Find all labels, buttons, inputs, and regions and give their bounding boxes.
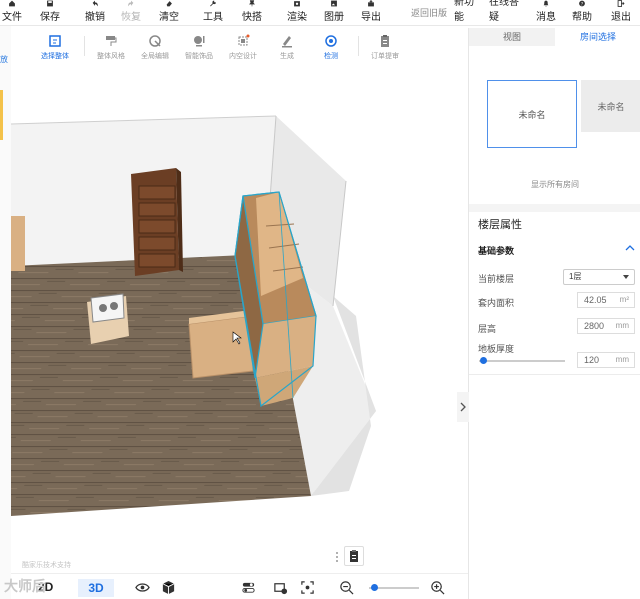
- undo-icon: [92, 0, 98, 7]
- global-edit-button[interactable]: 全局编辑: [132, 30, 178, 64]
- drag-handle-icon[interactable]: [335, 551, 339, 563]
- eye-icon[interactable]: [135, 580, 150, 595]
- tools-menu[interactable]: 工具: [201, 0, 225, 26]
- chevron-down-icon: [623, 275, 629, 279]
- floor-thickness-field[interactable]: 120 mm: [577, 352, 635, 368]
- help-button[interactable]: ? 帮助: [572, 0, 592, 26]
- generate-button[interactable]: 生成: [264, 30, 310, 64]
- floor-thickness-slider[interactable]: [479, 357, 565, 364]
- tab-room-select[interactable]: 房间选择: [555, 28, 640, 46]
- watermark-small: 酷家乐技术支持: [22, 562, 71, 569]
- check-button[interactable]: 检测: [308, 30, 354, 64]
- back-to-old-version-link[interactable]: 返回旧版: [411, 6, 447, 19]
- clipboard-icon: [381, 35, 389, 47]
- interior-design-icon: [238, 34, 250, 46]
- save-icon: [47, 0, 53, 7]
- album-icon: [331, 0, 337, 7]
- chevron-right-icon: [460, 402, 466, 412]
- desk[interactable]: [188, 310, 254, 379]
- save-button[interactable]: 保存: [38, 0, 62, 26]
- clipboard-list-button[interactable]: [344, 546, 364, 566]
- drawer-cabinet[interactable]: [131, 168, 183, 276]
- toggle-settings-icon[interactable]: [241, 580, 256, 595]
- slider-handle[interactable]: [480, 357, 488, 364]
- render-icon: [294, 1, 300, 7]
- select-icon: [49, 35, 61, 47]
- album-button[interactable]: 图册: [322, 0, 346, 26]
- overall-style-button[interactable]: 整体风格: [88, 30, 134, 64]
- area-label: 套内面积: [478, 298, 515, 308]
- redo-icon: [128, 0, 134, 7]
- smart-decor-button[interactable]: 智能饰品: [176, 30, 222, 64]
- 3d-viewport[interactable]: [10, 26, 460, 573]
- globe-edit-icon: [149, 35, 161, 47]
- floor-height-label: 层高: [478, 324, 497, 334]
- zoom-slider-handle[interactable]: [371, 584, 378, 591]
- export-icon: [368, 0, 374, 7]
- exit-icon: [617, 0, 625, 7]
- tab-view[interactable]: 视图: [469, 28, 555, 46]
- watermark: 大师后: [4, 578, 46, 594]
- exit-button[interactable]: 退出: [611, 0, 631, 26]
- area-field: 42.05 m²: [577, 292, 635, 308]
- help-icon: ?: [579, 0, 585, 7]
- camera-settings-icon[interactable]: [273, 580, 288, 595]
- new-features-button[interactable]: 新功能: [454, 0, 482, 26]
- pin-icon: [248, 0, 256, 7]
- room-card-selected[interactable]: 未命名: [487, 80, 577, 148]
- room-card[interactable]: 未命名: [581, 80, 640, 132]
- basic-params-title[interactable]: 基础参数: [478, 244, 514, 257]
- floor-thickness-label: 地板厚度: [478, 344, 515, 354]
- generate-icon: [282, 36, 292, 48]
- right-panel: 视图 房间选择 未命名 未命名 显示所有房间 楼层属性 基础参数 当前楼层 1层…: [468, 28, 640, 599]
- left-sidebar: 放: [0, 26, 11, 599]
- left-sidebar-mark[interactable]: 放: [0, 54, 8, 65]
- render-button[interactable]: 渲染: [285, 0, 309, 26]
- zoom-in-icon[interactable]: [430, 580, 445, 595]
- floor-height-field[interactable]: 2800 mm: [577, 318, 635, 334]
- sub-toolbar: 选择整体 整体风格 全局编辑 智能饰品 内空设计 生成 检测 订单提审: [28, 30, 408, 64]
- clear-button[interactable]: 清空: [157, 0, 181, 26]
- smart-decor-icon: [194, 36, 205, 47]
- mode-3d-button[interactable]: 3D: [78, 579, 114, 597]
- bell-icon: [543, 0, 549, 7]
- left-sidebar-indicator: [0, 90, 3, 140]
- collapse-panel-button[interactable]: [457, 392, 469, 422]
- paint-roller-icon: [106, 36, 117, 46]
- show-all-rooms-toggle[interactable]: 显示所有房间: [469, 179, 640, 190]
- order-submit-button[interactable]: 订单提审: [362, 30, 408, 64]
- export-button[interactable]: 导出: [359, 0, 383, 26]
- select-whole-button[interactable]: 选择整体: [32, 30, 78, 64]
- bottom-toolbar: 2D 3D: [11, 573, 468, 599]
- online-qa-button[interactable]: 在线答疑: [489, 0, 525, 26]
- current-floor-select[interactable]: 1层: [563, 269, 635, 285]
- cube-icon[interactable]: [161, 580, 176, 595]
- zoom-out-icon[interactable]: [339, 580, 354, 595]
- current-floor-label: 当前楼层: [478, 274, 515, 284]
- eraser-icon: [166, 1, 172, 7]
- zoom-slider[interactable]: [369, 584, 419, 591]
- chevron-up-icon[interactable]: [624, 242, 636, 254]
- left-cabinet[interactable]: [11, 216, 25, 271]
- fit-view-icon[interactable]: [300, 580, 315, 595]
- wrench-icon: [210, 0, 216, 7]
- room-3d-scene[interactable]: [10, 26, 460, 573]
- redo-button[interactable]: 恢复: [119, 0, 143, 26]
- check-target-icon: [325, 35, 337, 47]
- top-toolbar: 文件 保存 撤销 恢复 清空 工具 快搭 渲染 图册 导出 返回旧版 新功能 在…: [0, 0, 640, 26]
- interior-design-button[interactable]: 内空设计: [220, 30, 266, 64]
- clipboard-list-icon: [350, 550, 358, 562]
- messages-button[interactable]: 消息: [536, 0, 556, 26]
- appliance-box[interactable]: [87, 293, 129, 344]
- view-tabs: 视图 房间选择: [469, 28, 640, 46]
- floor-properties-title: 楼层属性: [478, 219, 522, 231]
- home-icon: [9, 0, 15, 7]
- undo-button[interactable]: 撤销: [83, 0, 107, 26]
- quick-build-menu[interactable]: 快搭: [240, 0, 264, 26]
- file-menu[interactable]: 文件: [2, 0, 22, 26]
